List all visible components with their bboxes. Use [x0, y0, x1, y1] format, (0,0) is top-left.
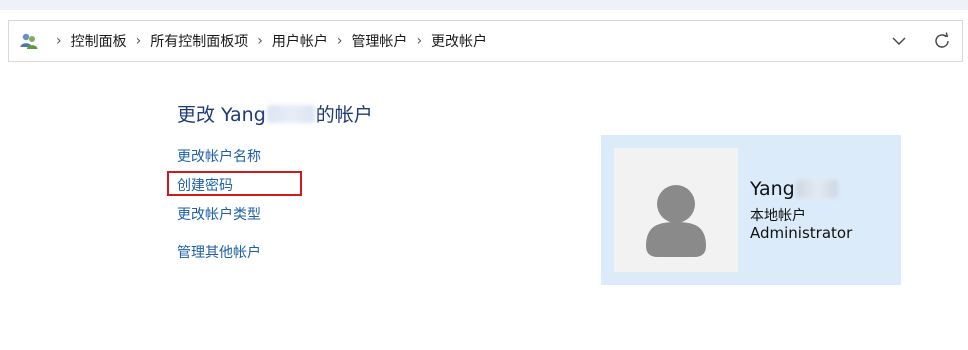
breadcrumb-manage-accounts[interactable]: 管理帐户 [351, 31, 407, 51]
page-title: 更改 Yang 的帐户 [177, 100, 373, 127]
user-avatar-icon [614, 148, 738, 272]
highlight-box [167, 171, 302, 196]
manage-other-accounts-link[interactable]: 管理其他帐户 [177, 242, 261, 262]
change-account-name-link[interactable]: 更改帐户名称 [177, 146, 261, 166]
breadcrumb-separator[interactable]: › [136, 33, 142, 49]
breadcrumb-separator[interactable]: › [416, 33, 422, 49]
page-title-suffix: 的帐户 [315, 104, 373, 126]
breadcrumb-all-items[interactable]: 所有控制面板项 [150, 31, 248, 51]
window-top-strip [0, 0, 968, 10]
account-type: 本地帐户 [750, 208, 806, 224]
breadcrumb-change-account[interactable]: 更改帐户 [431, 31, 487, 51]
redacted-name-blur [795, 180, 838, 198]
account-name: Yang [750, 178, 839, 200]
chevron-down-icon[interactable] [889, 31, 909, 51]
redacted-name-blur [266, 104, 315, 123]
breadcrumb-separator[interactable]: › [56, 33, 62, 49]
account-name-text: Yang [750, 178, 795, 200]
users-icon [19, 31, 39, 51]
account-role: Administrator [750, 224, 853, 242]
breadcrumb-separator[interactable]: › [257, 33, 263, 49]
breadcrumb: › 控制面板 › 所有控制面板项 › 用户帐户 › 管理帐户 › 更改帐户 [47, 21, 487, 61]
refresh-icon[interactable] [931, 30, 953, 52]
page-title-prefix: 更改 Yang [177, 104, 266, 126]
address-bar[interactable]: › 控制面板 › 所有控制面板项 › 用户帐户 › 管理帐户 › 更改帐户 [8, 20, 963, 62]
breadcrumb-separator[interactable]: › [337, 33, 343, 49]
change-account-type-link[interactable]: 更改帐户类型 [177, 204, 261, 224]
breadcrumb-control-panel[interactable]: 控制面板 [71, 31, 127, 51]
breadcrumb-user-accounts[interactable]: 用户帐户 [272, 31, 328, 51]
account-card: Yang 本地帐户 Administrator [601, 135, 901, 285]
